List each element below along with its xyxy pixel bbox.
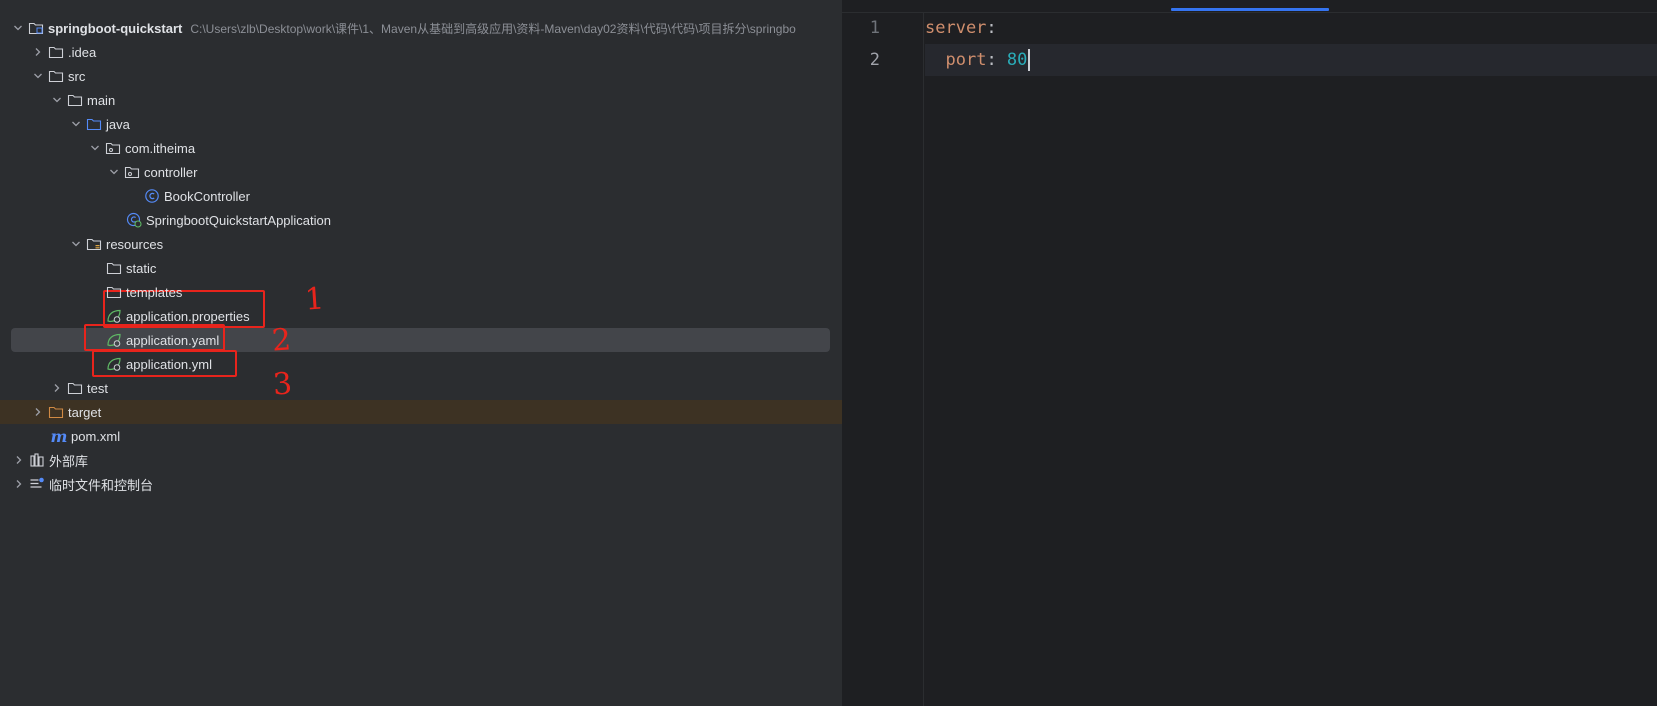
annotation-number-2: 2 [270, 322, 293, 359]
chevron-down-icon[interactable] [49, 92, 65, 108]
folder-icon [106, 260, 122, 276]
java-class-icon [144, 188, 160, 204]
tree-item-label: pom.xml [71, 428, 121, 444]
code-line-2[interactable]: port: 80 [925, 44, 1657, 76]
yaml-colon: : [986, 18, 997, 38]
chevron-right-icon[interactable] [11, 476, 27, 492]
yaml-key: server [925, 18, 987, 38]
chevron-down-icon[interactable] [106, 164, 122, 180]
chevron-down-icon[interactable] [68, 236, 84, 252]
text-caret [1028, 49, 1031, 71]
folder-icon [67, 92, 83, 108]
tree-item-label: java [106, 116, 130, 132]
active-tab-indicator [1171, 8, 1329, 11]
tree-item-scratches[interactable]: 临时文件和控制台 [0, 472, 842, 496]
tree-item-label: 临时文件和控制台 [49, 477, 154, 493]
yaml-number-value: 80 [1006, 50, 1028, 70]
code-line-1[interactable]: server: [925, 12, 1657, 44]
project-path: C:\Users\zlb\Desktop\work\课件\1、Maven从基础到… [190, 21, 796, 36]
tree-item-package[interactable]: com.itheima [0, 136, 842, 160]
tree-item-external-libraries[interactable]: 外部库 [0, 448, 842, 472]
maven-icon: m [50, 426, 68, 446]
line-number: 1 [869, 18, 880, 38]
code-editor[interactable]: 1 2 server: port: 80 [842, 0, 1657, 706]
chevron-right-icon[interactable] [49, 380, 65, 396]
tree-item-label: src [68, 68, 86, 84]
yaml-key: port [945, 50, 987, 70]
tree-item-label: com.itheima [125, 140, 196, 156]
tree-item-label: application.yaml [126, 332, 220, 348]
scratches-icon [29, 476, 45, 492]
package-icon [105, 140, 121, 156]
chevron-down-icon[interactable] [30, 68, 46, 84]
tree-item-label: templates [126, 284, 183, 300]
spring-config-file-icon [106, 308, 122, 324]
chevron-down-icon[interactable] [87, 140, 103, 156]
line-number: 2 [869, 50, 880, 70]
tree-item-project-root[interactable]: springboot-quickstart C:\Users\zlb\Deskt… [0, 16, 842, 40]
line-number-gutter: 1 2 [842, 12, 924, 706]
tree-item-controller[interactable]: controller [0, 160, 842, 184]
chevron-right-icon[interactable] [30, 44, 46, 60]
folder-icon [48, 68, 64, 84]
source-folder-icon [86, 116, 102, 132]
spring-config-file-icon [106, 332, 122, 348]
tree-item-label: .idea [68, 44, 97, 60]
tree-item-label: BookController [164, 188, 250, 204]
tree-item-test[interactable]: test [0, 376, 842, 400]
tree-item-label: test [87, 380, 108, 396]
tree-item-book-controller[interactable]: BookController [0, 184, 842, 208]
tree-item-label: controller [144, 164, 198, 180]
folder-icon [48, 44, 64, 60]
annotation-number-1: 1 [303, 281, 326, 318]
tree-item-label: application.properties [126, 308, 250, 324]
tree-item-label: resources [106, 236, 164, 252]
tree-item-static[interactable]: static [0, 256, 842, 280]
folder-icon [67, 380, 83, 396]
tree-item-app-class[interactable]: SpringbootQuickstartApplication [0, 208, 842, 232]
project-tree: springboot-quickstart C:\Users\zlb\Deskt… [0, 0, 842, 706]
tree-item-label: static [126, 260, 157, 276]
tree-item-label: 外部库 [49, 453, 89, 469]
yaml-colon: : [986, 50, 1007, 70]
library-icon [29, 452, 45, 468]
tree-item-target[interactable]: target [0, 400, 842, 424]
chevron-down-icon[interactable] [10, 20, 26, 36]
tree-item-label: target [68, 404, 102, 420]
tree-item-label: application.yml [126, 356, 212, 372]
tree-item-java[interactable]: java [0, 112, 842, 136]
module-folder-icon [28, 20, 44, 36]
tree-item-label: SpringbootQuickstartApplication [146, 212, 331, 228]
tree-item-resources[interactable]: resources [0, 232, 842, 256]
chevron-down-icon[interactable] [68, 116, 84, 132]
annotation-number-3: 3 [271, 366, 294, 403]
excluded-folder-icon [48, 404, 64, 420]
chevron-right-icon[interactable] [30, 404, 46, 420]
tree-item-pom[interactable]: m pom.xml [0, 424, 842, 448]
folder-icon [106, 284, 122, 300]
resources-folder-icon [86, 236, 102, 252]
tree-item-main[interactable]: main [0, 88, 842, 112]
chevron-right-icon[interactable] [11, 452, 27, 468]
spring-config-file-icon [106, 356, 122, 372]
tree-item-src[interactable]: src [0, 64, 842, 88]
tree-item-idea[interactable]: .idea [0, 40, 842, 64]
project-name: springboot-quickstart [48, 20, 183, 36]
tree-item-label: main [87, 92, 116, 108]
spring-boot-class-icon [126, 212, 142, 228]
package-icon [124, 164, 140, 180]
